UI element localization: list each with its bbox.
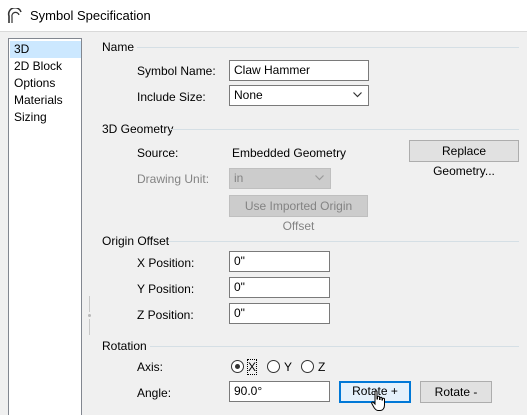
- drawing-unit-dropdown[interactable]: in: [229, 168, 331, 189]
- sidebar-item-materials[interactable]: Materials: [10, 92, 81, 109]
- axis-z-label[interactable]: Z: [318, 360, 325, 374]
- sidebar-item-3d[interactable]: 3D: [10, 41, 81, 58]
- axis-x-radio[interactable]: [231, 360, 244, 373]
- y-position-label: Y Position:: [137, 282, 195, 296]
- title-divider: [0, 31, 527, 32]
- include-size-label: Include Size:: [137, 90, 206, 104]
- drawing-unit-value: in: [234, 171, 244, 185]
- include-size-value: None: [234, 88, 263, 102]
- axis-label: Axis:: [137, 360, 164, 374]
- sidebar-item-options[interactable]: Options: [10, 75, 81, 92]
- sidebar-item-sizing[interactable]: Sizing: [10, 109, 81, 126]
- y-position-field[interactable]: 0": [229, 277, 330, 298]
- category-list[interactable]: 3D 2D Block Options Materials Sizing: [8, 38, 82, 415]
- angle-label: Angle:: [137, 386, 172, 400]
- replace-geometry-button[interactable]: Replace Geometry...: [409, 140, 519, 178]
- angle-field[interactable]: 90.0°: [229, 381, 330, 402]
- name-section-heading: Name: [102, 40, 135, 54]
- window-title: Symbol Specification: [30, 8, 151, 23]
- sidebar-item-2d-block[interactable]: 2D Block: [10, 58, 81, 75]
- source-value: Embedded Geometry: [232, 146, 347, 160]
- origin-section-divider: [168, 241, 519, 242]
- symbol-name-label: Symbol Name:: [137, 64, 216, 78]
- chevron-down-icon: [353, 92, 362, 98]
- source-label: Source:: [137, 146, 179, 160]
- title-bar: Symbol Specification: [0, 0, 527, 31]
- x-position-field[interactable]: 0": [229, 251, 330, 272]
- name-section-divider: [137, 47, 519, 48]
- axis-y-label[interactable]: Y: [284, 360, 292, 374]
- axis-y-radio[interactable]: [267, 360, 280, 373]
- rotation-section-heading: Rotation: [102, 339, 147, 353]
- axis-x-label[interactable]: X: [246, 359, 258, 375]
- radio-selected-dot: [235, 364, 240, 369]
- geometry-section-divider: [171, 129, 519, 130]
- drawing-unit-label: Drawing Unit:: [137, 172, 210, 186]
- rotation-section-divider: [150, 346, 519, 347]
- hand-pointer-icon: [371, 390, 385, 411]
- axis-z-radio[interactable]: [301, 360, 314, 373]
- z-position-label: Z Position:: [137, 308, 194, 322]
- x-position-label: X Position:: [137, 256, 195, 270]
- z-position-field[interactable]: 0": [229, 303, 330, 324]
- geometry-section-heading: 3D Geometry: [102, 122, 174, 136]
- app-arch-icon: [7, 8, 22, 23]
- chevron-down-icon: [315, 175, 324, 181]
- symbol-name-field[interactable]: Claw Hammer: [229, 60, 369, 81]
- include-size-dropdown[interactable]: None: [229, 85, 369, 106]
- rotate-minus-button[interactable]: Rotate -: [420, 381, 492, 403]
- panel-splitter[interactable]: [88, 296, 91, 336]
- origin-section-heading: Origin Offset: [102, 234, 170, 248]
- use-imported-origin-offset-button[interactable]: Use Imported Origin Offset: [229, 195, 368, 233]
